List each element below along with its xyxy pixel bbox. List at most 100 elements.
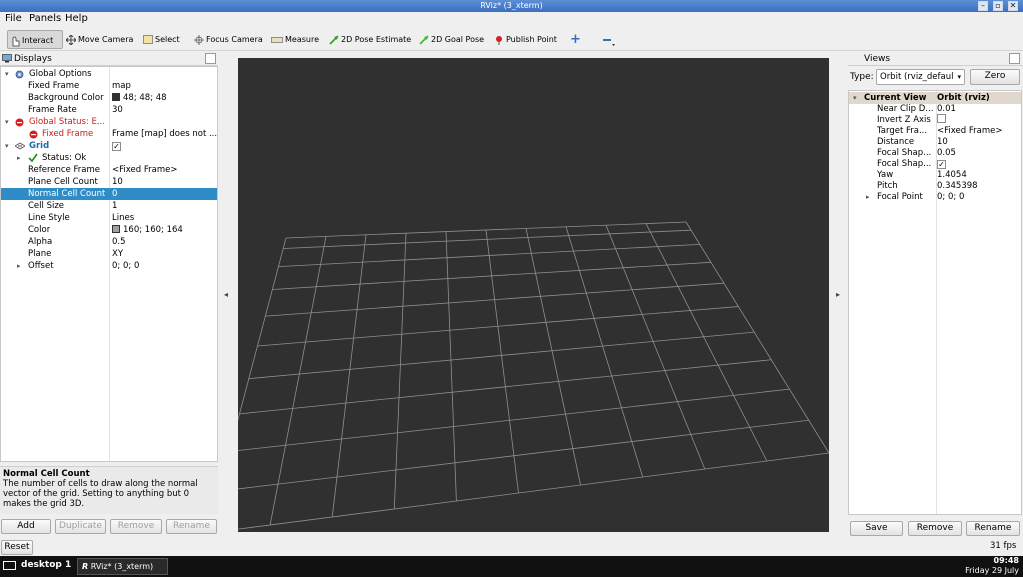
cell-size-value[interactable]: 1 — [112, 200, 117, 212]
menu-panels[interactable]: Panels — [29, 13, 61, 24]
clock-date: Friday 29 July — [965, 566, 1019, 575]
focus-crosshair-icon — [194, 34, 204, 45]
red-pin-icon — [496, 35, 502, 45]
cell-size-key: Cell Size — [28, 201, 65, 211]
checkmark-icon — [28, 153, 38, 163]
expand-arrow-icon[interactable]: ▾ — [5, 140, 9, 152]
move-arrows-icon — [66, 34, 76, 45]
views-type-label: Type: — [850, 72, 874, 82]
window-titlebar: RViz* (3_xterm) – ▫ ✕ — [0, 0, 1023, 12]
desktop-switcher[interactable]: desktop 1 — [21, 560, 71, 570]
tree-row-grid[interactable]: ▾ Grid ✓ — [1, 140, 217, 152]
minimize-button[interactable]: – — [978, 1, 988, 11]
views-tree[interactable]: ▾ Current View Orbit (rviz) Near Clip D.… — [848, 90, 1022, 515]
interact-tool-button[interactable]: Interact — [7, 30, 63, 49]
taskbar-item-rviz[interactable]: R RViz* (3_xterm) — [77, 558, 168, 575]
focal-point-value[interactable]: 0; 0; 0 — [937, 191, 964, 203]
views-undock-button[interactable] — [1009, 53, 1020, 64]
plane-cell-count-value[interactable]: 10 — [112, 176, 123, 188]
collapse-left-arrow-icon[interactable]: ◂ — [224, 290, 228, 299]
publish-point-tool-button[interactable]: Publish Point — [492, 30, 557, 49]
3d-viewport[interactable] — [207, 58, 830, 534]
view-type-select[interactable]: Orbit (rviz_defaul ▾ — [876, 69, 965, 85]
add-tool-button[interactable]: + — [568, 30, 581, 49]
fixed-frame-value[interactable]: map — [112, 80, 131, 92]
offset-value[interactable]: 0; 0; 0 — [112, 260, 139, 272]
invert-z-checkbox[interactable] — [937, 114, 946, 123]
global-status-label: Global Status: E... — [29, 117, 105, 127]
move-camera-tool-button[interactable]: Move Camera — [64, 30, 133, 49]
offset-key: Offset — [28, 261, 54, 271]
tree-row-focal-point[interactable]: ▸ Focal Point 0; 0; 0 — [849, 191, 1021, 203]
status-fixed-frame-value: Frame [map] does not ... — [112, 129, 218, 139]
color-value[interactable]: 160; 160; 164 — [123, 225, 183, 235]
reset-button[interactable]: Reset — [1, 540, 33, 555]
grid-enabled-checkbox[interactable]: ✓ — [112, 142, 121, 151]
goal-pose-label: 2D Goal Pose — [431, 35, 485, 44]
tree-row-status-fixed-frame[interactable]: Fixed Frame Frame [map] does not ... — [1, 128, 217, 140]
tree-row-normal-cell-count[interactable]: Normal Cell Count 0 — [1, 188, 217, 200]
expand-arrow-icon[interactable]: ▾ — [5, 116, 9, 128]
displays-undock-button[interactable] — [205, 53, 216, 64]
collapsed-arrow-icon[interactable]: ▸ — [17, 260, 21, 272]
focus-camera-tool-button[interactable]: Focus Camera — [192, 30, 263, 49]
alpha-value[interactable]: 0.5 — [112, 236, 126, 248]
pose-estimate-tool-button[interactable]: 2D Pose Estimate — [327, 30, 411, 49]
tree-row-grid-status[interactable]: ▸ Status: Ok — [1, 152, 217, 164]
global-options-label: Global Options — [29, 69, 92, 79]
zero-button[interactable]: Zero — [970, 69, 1020, 85]
displays-title: Displays — [14, 54, 52, 64]
tree-row-cell-size[interactable]: Cell Size 1 — [1, 200, 217, 212]
view-type-value: Orbit (rviz_defaul — [880, 72, 954, 82]
tree-row-plane-cell-count[interactable]: Plane Cell Count 10 — [1, 176, 217, 188]
publish-point-label: Publish Point — [506, 35, 557, 44]
normal-cell-count-key: Normal Cell Count — [28, 189, 106, 199]
frame-rate-value[interactable]: 30 — [112, 104, 123, 116]
tree-row-plane[interactable]: Plane XY — [1, 248, 217, 260]
grid-color-swatch[interactable] — [112, 225, 120, 233]
monitor-icon — [2, 54, 12, 63]
pose-estimate-label: 2D Pose Estimate — [341, 35, 412, 44]
menu-help[interactable]: Help — [65, 13, 88, 24]
measure-tool-button[interactable]: Measure — [269, 30, 319, 49]
reference-frame-value[interactable]: <Fixed Frame> — [112, 164, 177, 176]
displays-tree[interactable]: ▾ Global Options Fixed Frame map Backgro… — [0, 66, 218, 462]
tree-row-alpha[interactable]: Alpha 0.5 — [1, 236, 217, 248]
clock[interactable]: 09:48 Friday 29 July — [965, 556, 1019, 576]
tree-row-background-color[interactable]: Background Color 48; 48; 48 — [1, 92, 217, 104]
add-display-button[interactable]: Add — [1, 519, 51, 534]
rename-display-button[interactable]: Rename — [166, 519, 217, 534]
normal-cell-count-value[interactable]: 0 — [112, 188, 117, 200]
interact-label: Interact — [22, 36, 54, 45]
tree-row-offset[interactable]: ▸ Offset 0; 0; 0 — [1, 260, 217, 272]
background-color-value[interactable]: 48; 48; 48 — [123, 93, 167, 103]
focal-shape-fixed-checkbox[interactable]: ✓ — [937, 160, 946, 169]
background-color-swatch[interactable] — [112, 93, 120, 101]
close-button[interactable]: ✕ — [1008, 1, 1018, 11]
collapsed-arrow-icon[interactable]: ▸ — [866, 191, 870, 203]
grid-render — [207, 221, 830, 534]
tree-row-fixed-frame[interactable]: Fixed Frame map — [1, 80, 217, 92]
remove-tool-button[interactable] — [599, 30, 619, 49]
tree-row-color[interactable]: Color 160; 160; 164 — [1, 224, 217, 236]
tree-row-global-status[interactable]: ▾ Global Status: E... — [1, 116, 217, 128]
taskbar-item-label: RViz* (3_xterm) — [90, 562, 154, 571]
tree-row-reference-frame[interactable]: Reference Frame <Fixed Frame> — [1, 164, 217, 176]
save-view-button[interactable]: Save — [850, 521, 903, 536]
tree-row-line-style[interactable]: Line Style Lines — [1, 212, 217, 224]
plane-value[interactable]: XY — [112, 248, 123, 260]
expand-arrow-icon[interactable]: ▾ — [5, 68, 9, 80]
maximize-button[interactable]: ▫ — [993, 1, 1003, 11]
tree-row-frame-rate[interactable]: Frame Rate 30 — [1, 104, 217, 116]
goal-pose-tool-button[interactable]: 2D Goal Pose — [417, 30, 484, 49]
remove-display-button[interactable]: Remove — [110, 519, 162, 534]
collapsed-arrow-icon[interactable]: ▸ — [17, 152, 21, 164]
rename-view-button[interactable]: Rename — [966, 521, 1020, 536]
menu-file[interactable]: File — [5, 13, 22, 24]
line-style-value[interactable]: Lines — [112, 212, 134, 224]
collapse-right-arrow-icon[interactable]: ▸ — [836, 290, 840, 299]
remove-view-button[interactable]: Remove — [908, 521, 962, 536]
tree-row-global-options[interactable]: ▾ Global Options — [1, 68, 217, 80]
duplicate-display-button[interactable]: Duplicate — [55, 519, 106, 534]
select-tool-button[interactable]: Select — [141, 30, 180, 49]
